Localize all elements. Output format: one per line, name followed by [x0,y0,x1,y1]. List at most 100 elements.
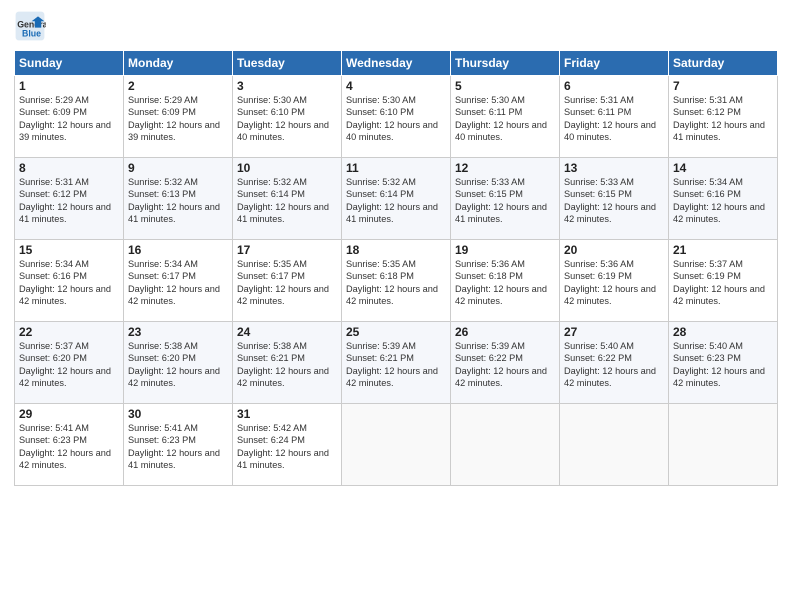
cell-text: Sunrise: 5:32 AMSunset: 6:14 PMDaylight:… [346,176,446,226]
day-number: 27 [564,325,664,339]
cell-text: Sunrise: 5:34 AMSunset: 6:17 PMDaylight:… [128,258,228,308]
cell-text: Sunrise: 5:31 AMSunset: 6:12 PMDaylight:… [19,176,119,226]
table-row: 29 Sunrise: 5:41 AMSunset: 6:23 PMDaylig… [15,404,124,486]
cell-text: Sunrise: 5:37 AMSunset: 6:19 PMDaylight:… [673,258,773,308]
cell-text: Sunrise: 5:40 AMSunset: 6:23 PMDaylight:… [673,340,773,390]
cell-text: Sunrise: 5:33 AMSunset: 6:15 PMDaylight:… [455,176,555,226]
table-row: 31 Sunrise: 5:42 AMSunset: 6:24 PMDaylig… [233,404,342,486]
cell-text: Sunrise: 5:29 AMSunset: 6:09 PMDaylight:… [19,94,119,144]
day-number: 30 [128,407,228,421]
calendar-week-row: 1 Sunrise: 5:29 AMSunset: 6:09 PMDayligh… [15,76,778,158]
col-wednesday: Wednesday [342,51,451,76]
page: General Blue Sunday Monday Tuesday Wedne… [0,0,792,612]
cell-text: Sunrise: 5:30 AMSunset: 6:10 PMDaylight:… [237,94,337,144]
table-row: 11 Sunrise: 5:32 AMSunset: 6:14 PMDaylig… [342,158,451,240]
table-row: 24 Sunrise: 5:38 AMSunset: 6:21 PMDaylig… [233,322,342,404]
table-row: 25 Sunrise: 5:39 AMSunset: 6:21 PMDaylig… [342,322,451,404]
day-number: 4 [346,79,446,93]
col-monday: Monday [124,51,233,76]
col-saturday: Saturday [669,51,778,76]
cell-text: Sunrise: 5:34 AMSunset: 6:16 PMDaylight:… [19,258,119,308]
cell-text: Sunrise: 5:32 AMSunset: 6:13 PMDaylight:… [128,176,228,226]
day-number: 2 [128,79,228,93]
day-number: 28 [673,325,773,339]
table-row: 18 Sunrise: 5:35 AMSunset: 6:18 PMDaylig… [342,240,451,322]
table-row: 8 Sunrise: 5:31 AMSunset: 6:12 PMDayligh… [15,158,124,240]
day-number: 17 [237,243,337,257]
svg-text:Blue: Blue [22,28,41,38]
table-row: 22 Sunrise: 5:37 AMSunset: 6:20 PMDaylig… [15,322,124,404]
table-row: 2 Sunrise: 5:29 AMSunset: 6:09 PMDayligh… [124,76,233,158]
cell-text: Sunrise: 5:38 AMSunset: 6:20 PMDaylight:… [128,340,228,390]
col-sunday: Sunday [15,51,124,76]
cell-text: Sunrise: 5:41 AMSunset: 6:23 PMDaylight:… [19,422,119,472]
table-row: 10 Sunrise: 5:32 AMSunset: 6:14 PMDaylig… [233,158,342,240]
cell-text: Sunrise: 5:40 AMSunset: 6:22 PMDaylight:… [564,340,664,390]
calendar-week-row: 29 Sunrise: 5:41 AMSunset: 6:23 PMDaylig… [15,404,778,486]
logo: General Blue [14,10,50,42]
day-number: 14 [673,161,773,175]
day-number: 6 [564,79,664,93]
table-row: 16 Sunrise: 5:34 AMSunset: 6:17 PMDaylig… [124,240,233,322]
day-number: 15 [19,243,119,257]
day-number: 26 [455,325,555,339]
cell-text: Sunrise: 5:30 AMSunset: 6:11 PMDaylight:… [455,94,555,144]
day-number: 11 [346,161,446,175]
table-row: 15 Sunrise: 5:34 AMSunset: 6:16 PMDaylig… [15,240,124,322]
table-row: 17 Sunrise: 5:35 AMSunset: 6:17 PMDaylig… [233,240,342,322]
day-number: 24 [237,325,337,339]
day-number: 10 [237,161,337,175]
table-row: 5 Sunrise: 5:30 AMSunset: 6:11 PMDayligh… [451,76,560,158]
table-row: 7 Sunrise: 5:31 AMSunset: 6:12 PMDayligh… [669,76,778,158]
table-row: 26 Sunrise: 5:39 AMSunset: 6:22 PMDaylig… [451,322,560,404]
logo-icon: General Blue [14,10,46,42]
day-number: 23 [128,325,228,339]
day-number: 29 [19,407,119,421]
day-number: 7 [673,79,773,93]
header: General Blue [14,10,778,42]
cell-text: Sunrise: 5:34 AMSunset: 6:16 PMDaylight:… [673,176,773,226]
cell-text: Sunrise: 5:38 AMSunset: 6:21 PMDaylight:… [237,340,337,390]
table-row: 30 Sunrise: 5:41 AMSunset: 6:23 PMDaylig… [124,404,233,486]
table-row: 27 Sunrise: 5:40 AMSunset: 6:22 PMDaylig… [560,322,669,404]
table-row: 19 Sunrise: 5:36 AMSunset: 6:18 PMDaylig… [451,240,560,322]
day-number: 19 [455,243,555,257]
calendar-header-row: Sunday Monday Tuesday Wednesday Thursday… [15,51,778,76]
day-number: 9 [128,161,228,175]
cell-text: Sunrise: 5:35 AMSunset: 6:17 PMDaylight:… [237,258,337,308]
table-row: 4 Sunrise: 5:30 AMSunset: 6:10 PMDayligh… [342,76,451,158]
cell-text: Sunrise: 5:29 AMSunset: 6:09 PMDaylight:… [128,94,228,144]
cell-text: Sunrise: 5:39 AMSunset: 6:21 PMDaylight:… [346,340,446,390]
cell-text: Sunrise: 5:42 AMSunset: 6:24 PMDaylight:… [237,422,337,472]
table-row: 21 Sunrise: 5:37 AMSunset: 6:19 PMDaylig… [669,240,778,322]
col-thursday: Thursday [451,51,560,76]
table-row: 28 Sunrise: 5:40 AMSunset: 6:23 PMDaylig… [669,322,778,404]
calendar-week-row: 8 Sunrise: 5:31 AMSunset: 6:12 PMDayligh… [15,158,778,240]
col-friday: Friday [560,51,669,76]
cell-text: Sunrise: 5:30 AMSunset: 6:10 PMDaylight:… [346,94,446,144]
table-row [669,404,778,486]
day-number: 25 [346,325,446,339]
cell-text: Sunrise: 5:31 AMSunset: 6:11 PMDaylight:… [564,94,664,144]
day-number: 12 [455,161,555,175]
day-number: 3 [237,79,337,93]
table-row [451,404,560,486]
cell-text: Sunrise: 5:33 AMSunset: 6:15 PMDaylight:… [564,176,664,226]
col-tuesday: Tuesday [233,51,342,76]
table-row: 23 Sunrise: 5:38 AMSunset: 6:20 PMDaylig… [124,322,233,404]
cell-text: Sunrise: 5:41 AMSunset: 6:23 PMDaylight:… [128,422,228,472]
calendar-week-row: 22 Sunrise: 5:37 AMSunset: 6:20 PMDaylig… [15,322,778,404]
table-row: 9 Sunrise: 5:32 AMSunset: 6:13 PMDayligh… [124,158,233,240]
calendar-table: Sunday Monday Tuesday Wednesday Thursday… [14,50,778,486]
day-number: 18 [346,243,446,257]
day-number: 8 [19,161,119,175]
table-row: 3 Sunrise: 5:30 AMSunset: 6:10 PMDayligh… [233,76,342,158]
cell-text: Sunrise: 5:36 AMSunset: 6:18 PMDaylight:… [455,258,555,308]
cell-text: Sunrise: 5:35 AMSunset: 6:18 PMDaylight:… [346,258,446,308]
day-number: 1 [19,79,119,93]
table-row: 14 Sunrise: 5:34 AMSunset: 6:16 PMDaylig… [669,158,778,240]
day-number: 20 [564,243,664,257]
table-row [342,404,451,486]
table-row: 20 Sunrise: 5:36 AMSunset: 6:19 PMDaylig… [560,240,669,322]
table-row [560,404,669,486]
